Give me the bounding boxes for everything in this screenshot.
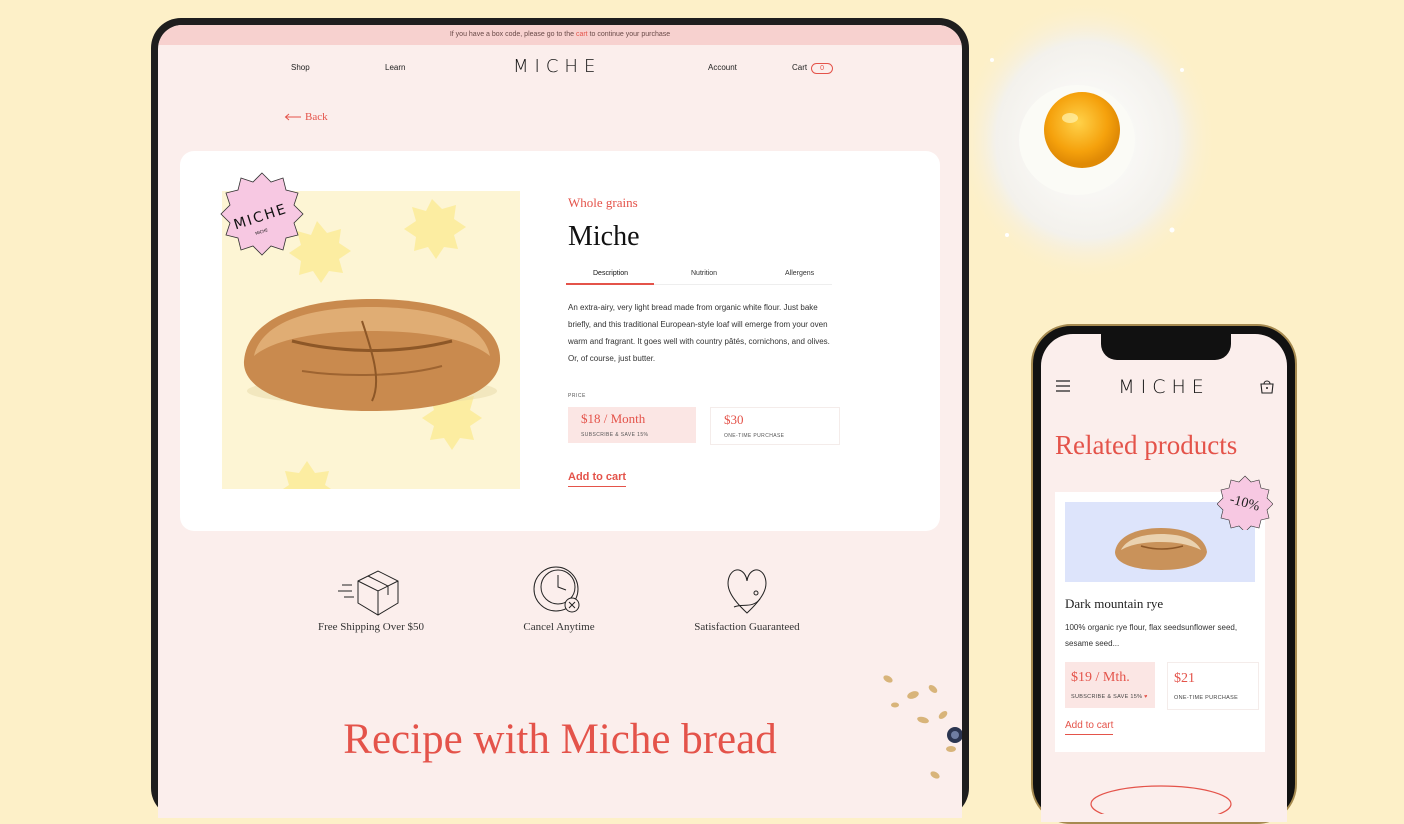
price-label: PRICE	[568, 393, 586, 399]
feature-satisfaction: Satisfaction Guaranteed	[662, 563, 832, 633]
phone-mockup: MICHE Related products Dark mountain rye…	[1031, 324, 1297, 824]
product-tabs: Description Nutrition Allergens	[566, 265, 832, 285]
recipe-heading: Recipe with Miche bread	[343, 716, 777, 763]
one-time-option[interactable]: $30 ONE-TIME PURCHASE	[710, 407, 840, 445]
related-subscription-price: $19 / Mth.	[1071, 670, 1130, 685]
subscription-option[interactable]: $18 / Month SUBSCRIBE & SAVE 15%	[568, 407, 696, 443]
flour-egg-image	[962, 0, 1212, 280]
subscription-note: SUBSCRIBE & SAVE 15%	[581, 432, 649, 438]
related-subscription-note: SUBSCRIBE & SAVE 15% ♥	[1071, 694, 1148, 700]
product-title: Miche	[568, 221, 640, 252]
add-to-cart-button[interactable]: Add to cart	[568, 471, 627, 487]
box-icon	[338, 570, 399, 616]
related-add-to-cart-button[interactable]: Add to cart	[1065, 720, 1114, 735]
nav-cart-label: Cart	[792, 63, 808, 72]
announcement-bar: If you have a box code, please go to the…	[158, 25, 962, 45]
back-label: Back	[305, 111, 328, 123]
miche-badge: MICHE MICHE	[220, 172, 304, 256]
one-time-note: ONE-TIME PURCHASE	[724, 433, 785, 439]
related-subscription-note-text: SUBSCRIBE & SAVE 15%	[1071, 694, 1143, 700]
announcement-cart-link[interactable]: cart	[576, 31, 588, 38]
tab-allergens[interactable]: Allergens	[785, 270, 814, 277]
product-description: An extra-airy, very light bread made fro…	[568, 303, 830, 363]
nav-shop[interactable]: Shop	[291, 63, 310, 72]
feature-free-shipping: Free Shipping Over $50	[286, 563, 456, 633]
tab-description[interactable]: Description	[593, 270, 628, 277]
heart-small-icon: ♥	[1144, 694, 1148, 700]
phone-screen: MICHE Related products Dark mountain rye…	[1041, 334, 1287, 822]
subscription-price: $18 / Month	[581, 411, 646, 426]
feature-label: Cancel Anytime	[523, 621, 595, 633]
heart-icon	[727, 569, 767, 614]
product-card: MICHE MICHE Whole grains Miche Descripti…	[180, 151, 940, 531]
feature-label: Free Shipping Over $50	[317, 621, 424, 633]
tab-active-indicator	[566, 283, 654, 285]
announcement-text: If you have a box code, please go to the	[449, 31, 574, 38]
feature-label: Satisfaction Guaranteed	[694, 621, 800, 633]
nav-cart[interactable]: Cart 0	[792, 63, 834, 74]
back-link[interactable]: Back	[284, 111, 328, 123]
related-one-time-price: $21	[1174, 671, 1195, 686]
related-one-time-option[interactable]: $21 ONE-TIME PURCHASE	[1167, 662, 1259, 710]
cart-count-badge: 0	[811, 63, 834, 74]
product-category: Whole grains	[568, 195, 638, 210]
related-subscription-option[interactable]: $19 / Mth. SUBSCRIBE & SAVE 15% ♥	[1065, 662, 1155, 708]
decorative-circle	[1090, 785, 1232, 814]
related-product-name: Dark mountain rye	[1065, 596, 1164, 611]
nav-account[interactable]: Account	[708, 63, 737, 72]
related-one-time-note: ONE-TIME PURCHASE	[1174, 695, 1239, 701]
tab-nutrition[interactable]: Nutrition	[691, 270, 717, 277]
discount-badge: -10%	[1217, 475, 1273, 530]
arrow-left-icon	[284, 113, 301, 121]
related-products-title: Related products	[1055, 430, 1238, 460]
bag-icon[interactable]	[1259, 378, 1275, 394]
phone-logo[interactable]: MICHE	[1041, 376, 1287, 398]
phone-notch	[1101, 334, 1231, 360]
oat-flakes-image	[883, 675, 962, 779]
tablet-mockup: If you have a box code, please go to the…	[151, 18, 969, 818]
clock-cancel-icon	[533, 566, 580, 613]
one-time-price: $30	[724, 412, 744, 427]
announcement-text-end: to continue your purchase	[589, 31, 671, 38]
tablet-screen: If you have a box code, please go to the…	[158, 25, 962, 818]
main-nav: Shop Learn MICHE Account Cart 0	[158, 45, 962, 89]
nav-learn[interactable]: Learn	[385, 63, 405, 72]
related-product-description: 100% organic rye flour, flax seedsunflow…	[1065, 623, 1238, 648]
feature-cancel-anytime: Cancel Anytime	[474, 563, 644, 633]
site-logo[interactable]: MICHE	[513, 56, 601, 77]
related-product-card[interactable]: Dark mountain rye 100% organic rye flour…	[1055, 492, 1265, 752]
